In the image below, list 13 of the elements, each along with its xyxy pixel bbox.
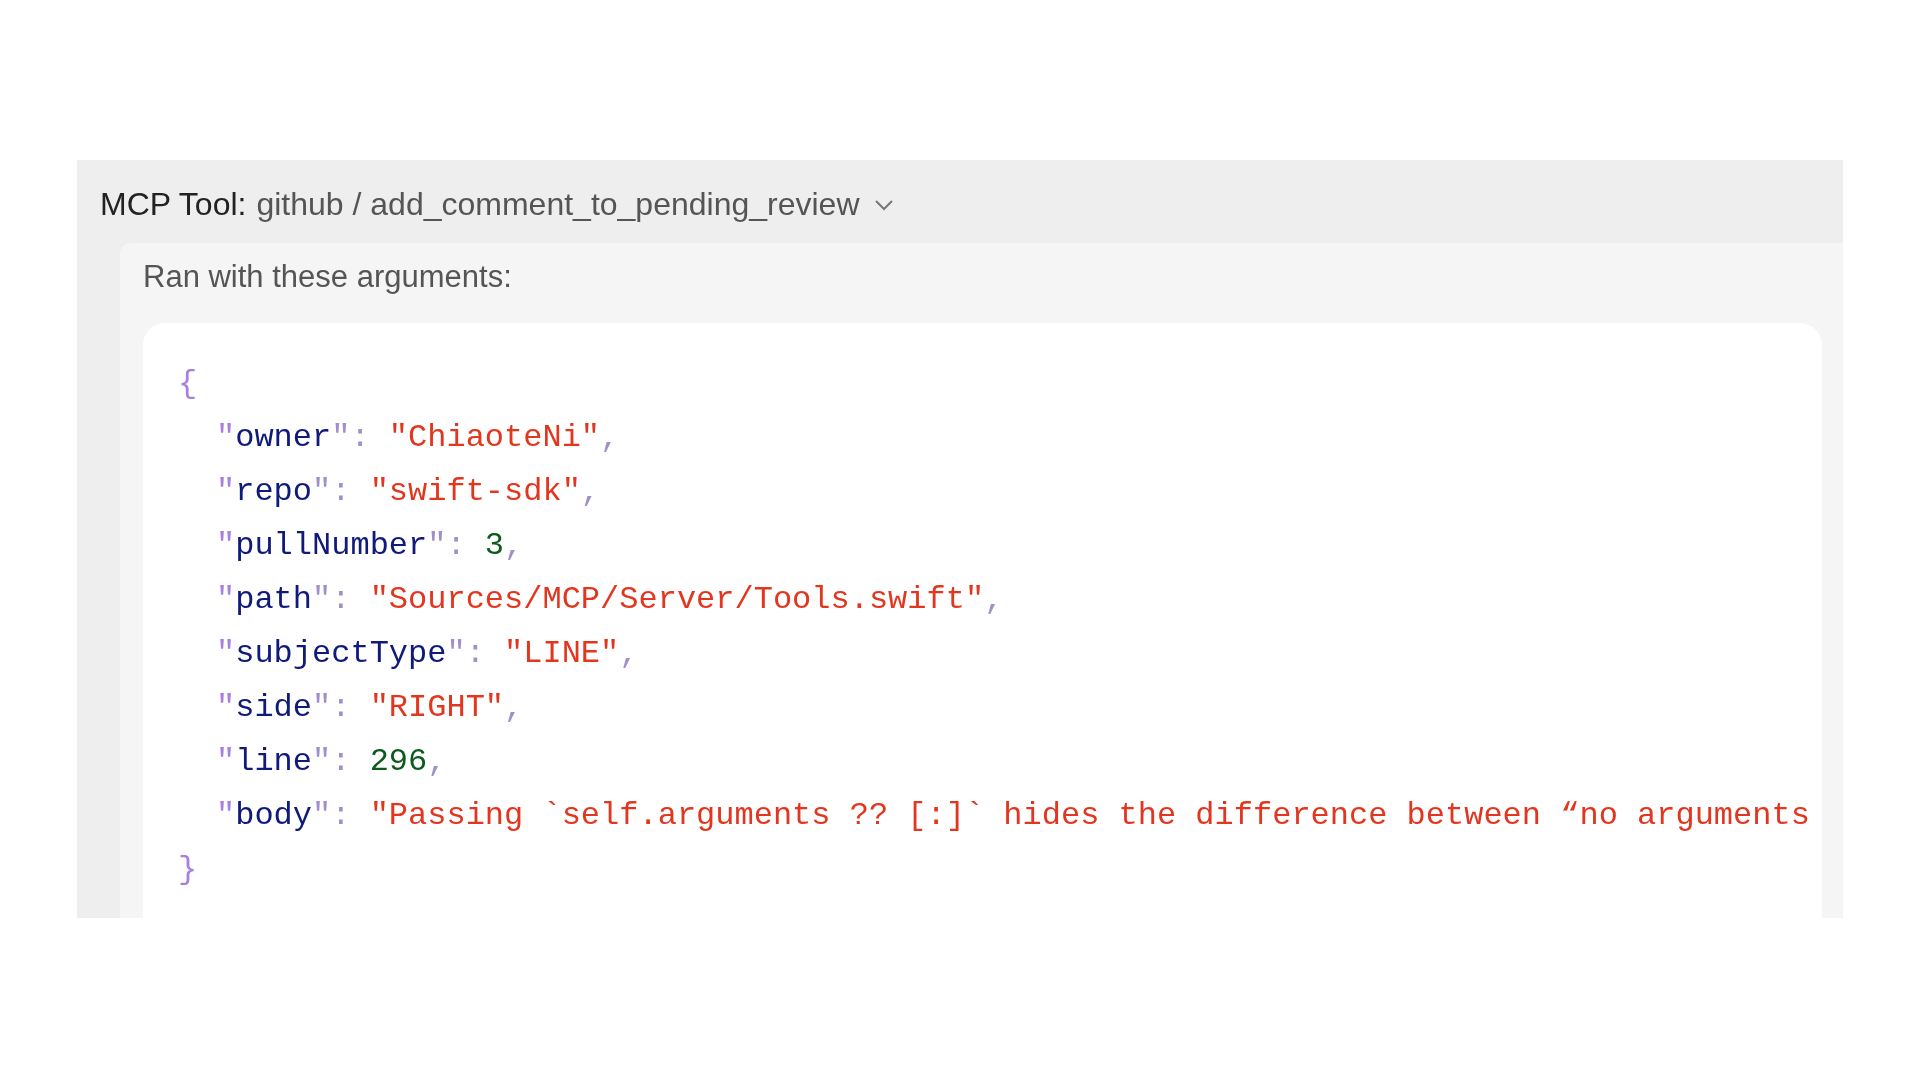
- code-line: {: [178, 365, 198, 402]
- arguments-label: Ran with these arguments:: [143, 259, 512, 295]
- code-line: "side": "RIGHT",: [216, 689, 524, 726]
- code-line: "repo": "swift-sdk",: [216, 473, 601, 510]
- code-line: "pullNumber": 3,: [216, 527, 524, 564]
- tool-label: MCP Tool:: [100, 186, 247, 223]
- tool-name: github / add_comment_to_pending_review: [256, 186, 860, 223]
- code-line: "path": "Sources/MCP/Server/Tools.swift",: [216, 581, 1004, 618]
- code-line: "line": 296,: [216, 743, 447, 780]
- code-line: "subjectType": "LINE",: [216, 635, 639, 672]
- code-line: "body": "Passing `self.arguments ?? [:]` hides the difference between “no arguments: [216, 797, 1810, 834]
- code-line: "owner": "ChiaoteNi",: [216, 419, 620, 456]
- code-line: }: [178, 851, 198, 888]
